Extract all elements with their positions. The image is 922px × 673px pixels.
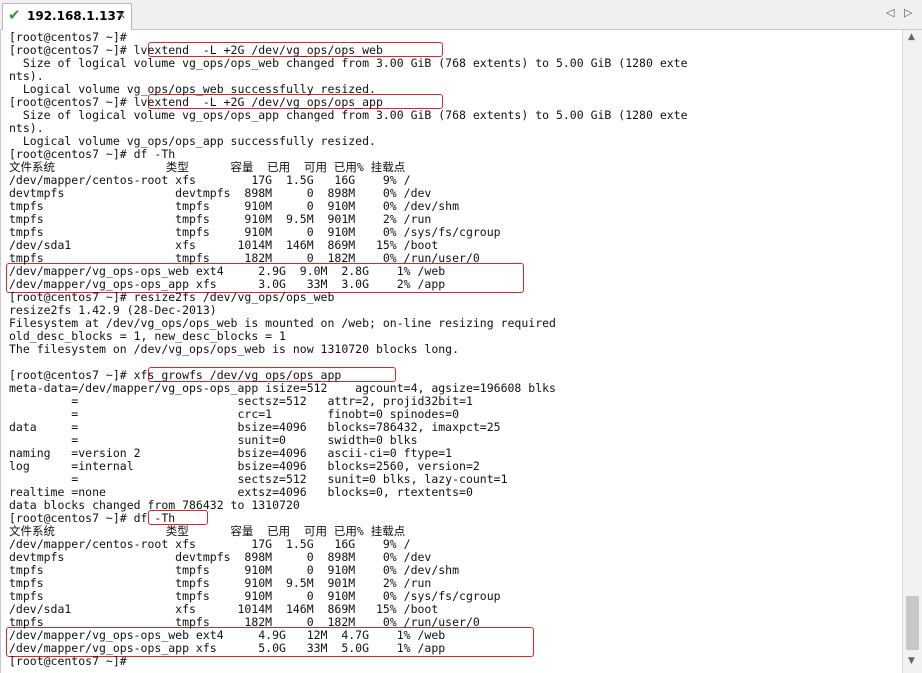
tab-bar: ✔ 192.168.1.137 ✕ ◁ ▷ xyxy=(0,0,922,30)
arrow-up-icon[interactable]: ▲ xyxy=(908,32,915,42)
terminal-line: Size of logical volume vg_ops/ops_web ch… xyxy=(9,56,688,70)
session-tab-title: 192.168.1.137 xyxy=(27,9,125,23)
close-icon[interactable]: ✕ xyxy=(116,8,126,22)
terminal-line: The filesystem on /dev/vg_ops/ops_web is… xyxy=(9,342,460,356)
session-tab[interactable]: ✔ 192.168.1.137 ✕ xyxy=(2,3,132,30)
arrow-down-icon[interactable]: ▼ xyxy=(908,656,915,666)
check-icon: ✔ xyxy=(8,6,21,24)
chevron-left-icon[interactable]: ◁ xyxy=(886,6,894,19)
terminal-output[interactable]: [root@centos7 ~]# [root@centos7 ~]# lvext… xyxy=(0,30,902,673)
scrollbar-thumb[interactable] xyxy=(906,596,919,650)
vertical-scrollbar[interactable]: ▲ ▼ xyxy=(902,30,922,673)
terminal-line: [root@centos7 ~]# xyxy=(9,654,127,668)
terminal-line: Size of logical volume vg_ops/ops_app ch… xyxy=(9,108,688,122)
chevron-right-icon[interactable]: ▷ xyxy=(904,6,912,19)
